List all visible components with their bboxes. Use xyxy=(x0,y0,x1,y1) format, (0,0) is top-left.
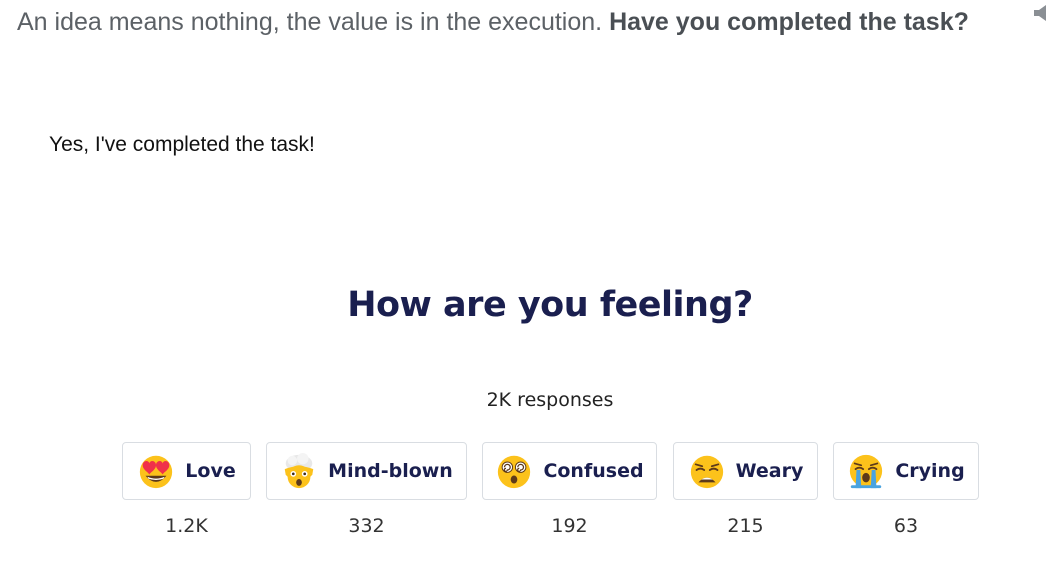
intro-text: An idea means nothing, the value is in t… xyxy=(17,0,1007,45)
reaction-bar: Love 1.2K Mind-blown 332 Confused 192 We… xyxy=(0,442,1048,562)
reaction-count-weary: 215 xyxy=(727,515,764,537)
reaction-love-button[interactable]: Love xyxy=(122,442,251,500)
reaction-confused-button[interactable]: Confused xyxy=(482,442,657,500)
completion-answer[interactable]: Yes, I've completed the task! xyxy=(49,131,315,159)
reaction-crying-button[interactable]: Crying xyxy=(833,442,979,500)
responses-count: 2K responses xyxy=(486,389,614,411)
reaction-count-crying: 63 xyxy=(893,515,919,537)
reaction-label: Love xyxy=(185,460,236,482)
reaction-label: Mind-blown xyxy=(328,460,453,482)
feedback-heading: How are you feeling? xyxy=(347,285,753,325)
weary-face-icon xyxy=(690,455,723,489)
reaction-label: Confused xyxy=(543,460,644,482)
page: An idea means nothing, the value is in t… xyxy=(0,0,1048,578)
speaker-icon[interactable] xyxy=(1034,4,1048,22)
exploding-head-icon xyxy=(284,452,314,489)
intro-question: Have you completed the task? xyxy=(609,8,969,36)
crying-face-icon xyxy=(850,454,883,489)
intro-statement: An idea means nothing, the value is in t… xyxy=(17,8,610,36)
dizzy-face-icon xyxy=(498,455,531,489)
reaction-count-confused: 192 xyxy=(551,515,588,537)
reaction-label: Crying xyxy=(895,460,965,482)
reaction-count-mind-blown: 332 xyxy=(348,515,385,537)
reaction-label: Weary xyxy=(735,460,804,482)
reaction-weary-button[interactable]: Weary xyxy=(673,442,818,500)
heart-eyes-icon xyxy=(140,455,173,489)
reaction-mind-blown-button[interactable]: Mind-blown xyxy=(266,442,467,500)
reaction-count-love: 1.2K xyxy=(165,515,208,537)
